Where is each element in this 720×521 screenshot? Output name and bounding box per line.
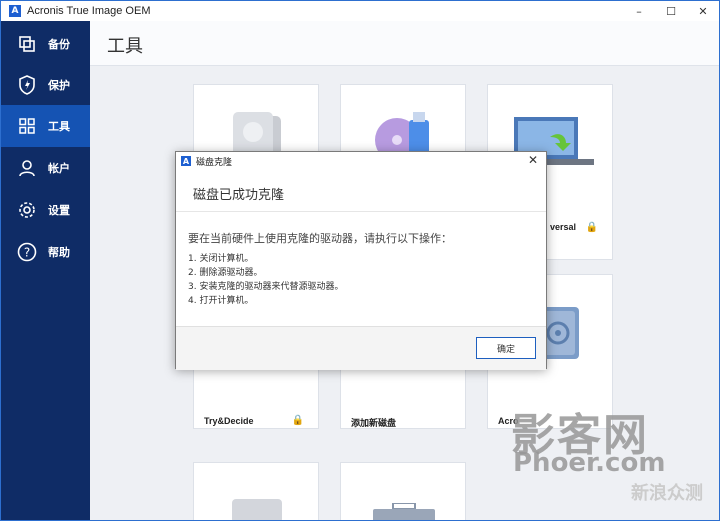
sidebar-item-protection[interactable]: 保护 <box>1 64 90 106</box>
sidebar-item-settings[interactable]: 设置 <box>1 189 90 231</box>
dialog-body: 要在当前硬件上使用克隆的驱动器，请执行以下操作： 1. 关闭计算机。 2. 删除… <box>176 212 546 326</box>
page-title: 工具 <box>107 36 143 57</box>
sidebar-item-label: 备份 <box>48 38 70 51</box>
dialog-intro: 要在当前硬件上使用克隆的驱动器，请执行以下操作： <box>188 232 452 245</box>
svg-text:?: ? <box>24 246 30 260</box>
acronis-logo-icon: A <box>9 5 21 17</box>
card-label: 添加新磁盘 <box>351 418 397 428</box>
card-label: Try&Decide <box>204 416 254 426</box>
tool-card-disk[interactable] <box>193 462 319 520</box>
page-header: 工具 <box>90 21 719 66</box>
tools-grid-icon <box>16 115 38 137</box>
window-controls: – ☐ ✕ <box>623 1 719 21</box>
dialog-steps: 1. 关闭计算机。 2. 删除源驱动器。 3. 安装克隆的驱动器来代替源驱动器。… <box>188 252 343 308</box>
maximize-button[interactable]: ☐ <box>655 1 687 21</box>
lock-icon: 🔒 <box>291 415 304 426</box>
sidebar-item-account[interactable]: 帐户 <box>1 147 90 189</box>
account-icon <box>16 157 38 179</box>
shield-icon <box>16 74 38 96</box>
toolbox-icon <box>373 502 435 520</box>
sidebar-item-label: 设置 <box>48 204 70 217</box>
dialog-close-button[interactable]: ✕ <box>526 153 540 167</box>
gear-icon <box>16 199 38 221</box>
dialog-title: 磁盘克隆 <box>196 157 233 168</box>
app-window: A Acronis True Image OEM – ☐ ✕ 备份 保护 工具 <box>0 0 720 521</box>
sidebar-item-backup[interactable]: 备份 <box>1 23 90 65</box>
acronis-logo-icon: A <box>181 156 191 166</box>
disk-icon <box>232 499 282 520</box>
dialog-step: 4. 打开计算机。 <box>188 296 254 306</box>
dialog-step: 2. 删除源驱动器。 <box>188 268 263 278</box>
card-label: versal <box>550 222 577 232</box>
help-icon: ? <box>16 241 38 263</box>
watermark-corner: 新浪众测 <box>631 483 703 504</box>
ok-button[interactable]: 确定 <box>476 337 536 359</box>
tool-card-toolbox[interactable] <box>340 462 466 520</box>
sidebar-item-tools[interactable]: 工具 <box>1 105 90 147</box>
sidebar-item-label: 帐户 <box>48 162 70 175</box>
dialog-heading: 磁盘已成功克隆 <box>193 188 285 203</box>
dialog-step: 3. 安装克隆的驱动器来代替源驱动器。 <box>188 282 344 292</box>
title-bar: A Acronis True Image OEM – ☐ ✕ <box>1 1 719 21</box>
dialog-footer: 确定 <box>176 326 546 370</box>
backup-icon <box>16 33 38 55</box>
sidebar-item-label: 帮助 <box>48 246 70 259</box>
window-title: Acronis True Image OEM <box>27 5 151 17</box>
dialog-title-bar: A 磁盘克隆 ✕ <box>176 152 546 170</box>
dialog-step: 1. 关闭计算机。 <box>188 254 254 264</box>
sidebar: 备份 保护 工具 帐户 设置 ? 帮助 <box>1 21 90 520</box>
close-button[interactable]: ✕ <box>687 1 719 21</box>
sidebar-item-label: 保护 <box>48 79 70 92</box>
minimize-button[interactable]: – <box>623 1 655 21</box>
sidebar-item-label: 工具 <box>48 120 70 133</box>
dialog-header: 磁盘已成功克隆 <box>176 170 546 212</box>
watermark-domain: Phoer.com <box>513 448 666 478</box>
clone-success-dialog: A 磁盘克隆 ✕ 磁盘已成功克隆 要在当前硬件上使用克隆的驱动器，请执行以下操作… <box>175 151 547 370</box>
lock-icon: 🔒 <box>585 222 598 233</box>
sidebar-item-help[interactable]: ? 帮助 <box>1 231 90 273</box>
